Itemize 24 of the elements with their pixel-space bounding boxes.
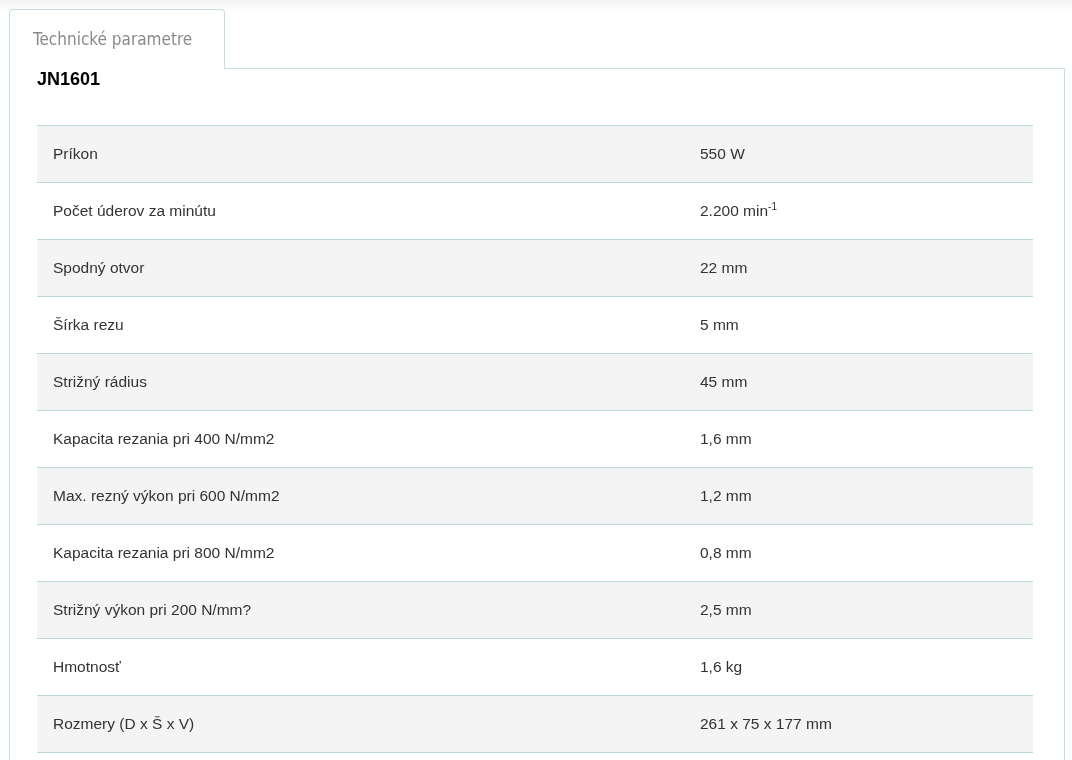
- parameter-name: Počet úderov za minútu: [52, 202, 217, 220]
- parameter-name: Kapacita rezania pri 800 N/mm2: [52, 544, 276, 562]
- parameter-name: Rozmery (D x Š x V): [52, 715, 196, 733]
- parameter-name: Spodný otvor: [52, 259, 146, 277]
- tab[interactable]: Technické parametre: [9, 9, 225, 69]
- parameter-value: 0,8 mm: [699, 544, 753, 562]
- parameter-value: 22 mm: [699, 259, 749, 277]
- parameter-value: 1,6 mm: [699, 430, 753, 448]
- parameter-name: Max. rezný výkon pri 600 N/mm2: [52, 487, 281, 505]
- parameter-value: 2.200 min$^{-1}$: [699, 201, 778, 221]
- parameter-value: 1,6 kg: [699, 658, 744, 676]
- parameter-value: 2,5 mm: [699, 601, 753, 619]
- product-code: JN1601: [37, 68, 102, 90]
- parameter-value: 1,2 mm: [699, 487, 753, 505]
- parameter-name: Príkon: [52, 145, 99, 163]
- parameter-name: Šírka rezu: [52, 316, 125, 334]
- parameter-name: Kapacita rezania pri 400 N/mm2: [52, 430, 276, 448]
- parameter-value: 261 x 75 x 177 mm: [699, 715, 833, 733]
- parameter-value: 45 mm: [699, 373, 749, 391]
- parameter-value: 550 W: [699, 145, 746, 163]
- parameter-name: Strižný výkon pri 200 N/mm?: [52, 601, 253, 619]
- parameter-value: 5 mm: [699, 316, 740, 334]
- parameter-name: Hmotnosť: [52, 658, 122, 676]
- parameter-name: Strižný rádius: [52, 373, 148, 391]
